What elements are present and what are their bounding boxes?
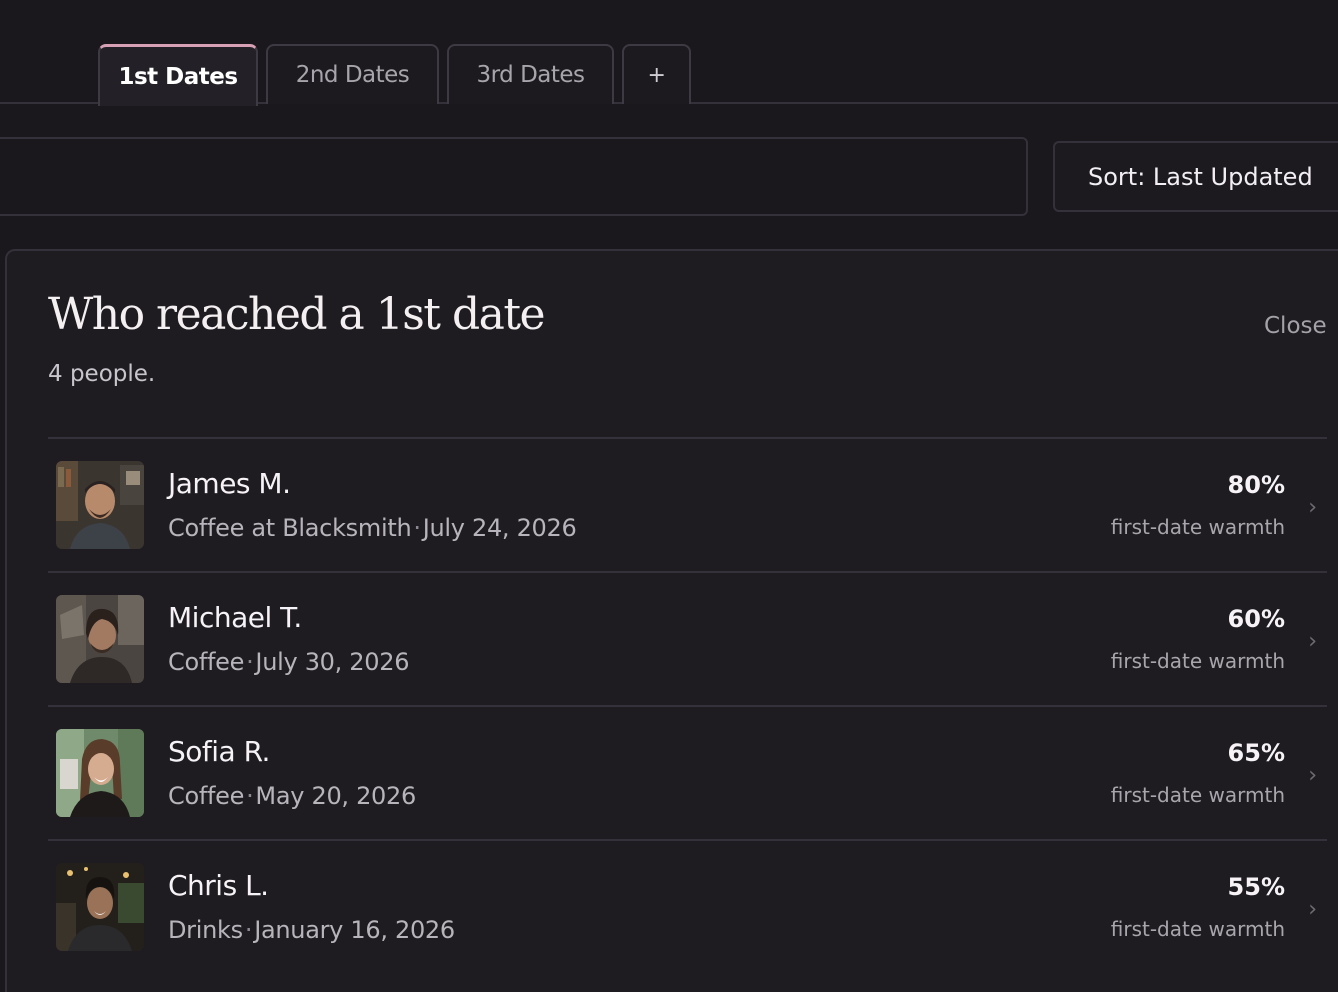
warmth-percent: 55% bbox=[1227, 873, 1285, 901]
chevron-right-icon: › bbox=[1308, 629, 1317, 654]
person-name: Michael T. bbox=[168, 601, 302, 634]
avatar bbox=[56, 595, 144, 683]
venue: Drinks bbox=[168, 916, 243, 944]
chevron-right-icon: › bbox=[1308, 763, 1317, 788]
add-tab-button[interactable]: + bbox=[622, 44, 691, 104]
warmth-label: first-date warmth bbox=[1110, 917, 1285, 941]
chevron-right-icon: › bbox=[1308, 897, 1317, 922]
warmth-label: first-date warmth bbox=[1110, 515, 1285, 539]
tab-1st-dates[interactable]: 1st Dates bbox=[98, 44, 258, 106]
avatar-photo bbox=[56, 863, 144, 951]
sort-dropdown[interactable]: Sort: Last Updated bbox=[1053, 141, 1338, 212]
warmth-percent: 80% bbox=[1227, 471, 1285, 499]
people-list: James M. Coffee at Blacksmith·July 24, 2… bbox=[48, 437, 1327, 973]
separator: · bbox=[246, 782, 254, 810]
warmth-label: first-date warmth bbox=[1110, 783, 1285, 807]
venue: Coffee bbox=[168, 648, 245, 676]
avatar bbox=[56, 461, 144, 549]
date: July 24, 2026 bbox=[422, 514, 577, 542]
avatar-photo bbox=[56, 461, 144, 549]
person-name: Chris L. bbox=[168, 869, 269, 902]
avatar-photo bbox=[56, 729, 144, 817]
people-count: 4 people. bbox=[48, 361, 156, 387]
avatar bbox=[56, 863, 144, 951]
date-details: Coffee at Blacksmith·July 24, 2026 bbox=[168, 514, 577, 542]
person-name: James M. bbox=[168, 467, 291, 500]
list-item[interactable]: James M. Coffee at Blacksmith·July 24, 2… bbox=[48, 437, 1327, 571]
avatar-photo bbox=[56, 595, 144, 683]
warmth-percent: 60% bbox=[1227, 605, 1285, 633]
separator: · bbox=[246, 648, 254, 676]
person-name: Sofia R. bbox=[168, 735, 270, 768]
app-root: 1st Dates 2nd Dates 3rd Dates + Sort: La… bbox=[0, 0, 1338, 992]
separator: · bbox=[244, 916, 253, 944]
tab-2nd-dates[interactable]: 2nd Dates bbox=[266, 44, 439, 104]
avatar bbox=[56, 729, 144, 817]
date-details: Drinks·January 16, 2026 bbox=[168, 916, 455, 944]
tab-3rd-dates[interactable]: 3rd Dates bbox=[447, 44, 614, 104]
separator: · bbox=[413, 514, 421, 542]
list-item[interactable]: Michael T. Coffee·July 30, 2026 60% firs… bbox=[48, 571, 1327, 705]
close-button[interactable]: Close bbox=[1264, 313, 1327, 339]
date-details: Coffee·July 30, 2026 bbox=[168, 648, 409, 676]
date: January 16, 2026 bbox=[254, 916, 455, 944]
venue: Coffee bbox=[168, 782, 245, 810]
venue: Coffee at Blacksmith bbox=[168, 514, 412, 542]
panel-title: Who reached a 1st date bbox=[48, 289, 546, 340]
search-input[interactable] bbox=[0, 137, 1028, 216]
date: July 30, 2026 bbox=[255, 648, 410, 676]
warmth-percent: 65% bbox=[1227, 739, 1285, 767]
date-details: Coffee·May 20, 2026 bbox=[168, 782, 416, 810]
chevron-right-icon: › bbox=[1308, 495, 1317, 520]
list-item[interactable]: Sofia R. Coffee·May 20, 2026 65% first-d… bbox=[48, 705, 1327, 839]
date: May 20, 2026 bbox=[255, 782, 416, 810]
list-item[interactable]: Chris L. Drinks·January 16, 2026 55% fir… bbox=[48, 839, 1327, 973]
first-dates-panel: Who reached a 1st date 4 people. Close J… bbox=[5, 249, 1338, 992]
warmth-label: first-date warmth bbox=[1110, 649, 1285, 673]
tab-bar: 1st Dates 2nd Dates 3rd Dates + bbox=[0, 0, 1338, 106]
